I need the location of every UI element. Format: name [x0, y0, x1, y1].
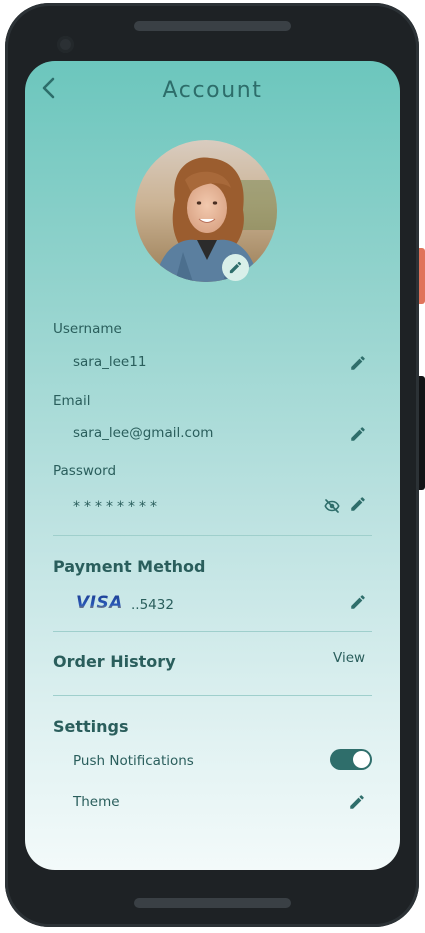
power-button — [419, 248, 425, 304]
pencil-icon — [351, 356, 365, 370]
edit-password-button[interactable] — [347, 493, 369, 515]
divider — [53, 695, 372, 696]
theme-label: Theme — [73, 794, 120, 810]
email-label: Email — [53, 393, 91, 409]
push-notifications-toggle[interactable] — [330, 749, 372, 770]
edit-email-button[interactable] — [347, 423, 369, 445]
order-history-heading: Order History — [53, 652, 176, 671]
divider — [53, 535, 372, 536]
pencil-icon — [350, 795, 364, 809]
payment-method-heading: Payment Method — [53, 557, 206, 576]
pencil-icon — [229, 261, 242, 274]
pencil-icon — [351, 595, 365, 609]
card-number: ..5432 — [131, 597, 174, 613]
account-screen: Account Username sara_lee11 Email sara_l… — [25, 61, 400, 870]
avatar[interactable] — [135, 140, 277, 282]
password-value: ******** — [73, 499, 161, 515]
pencil-icon — [351, 497, 365, 511]
divider — [53, 631, 372, 632]
edit-payment-button[interactable] — [347, 591, 369, 613]
push-notifications-label: Push Notifications — [73, 753, 194, 769]
username-label: Username — [53, 321, 122, 337]
edit-theme-button[interactable] — [346, 791, 368, 813]
username-value: sara_lee11 — [73, 354, 147, 370]
edit-username-button[interactable] — [347, 352, 369, 374]
bottom-speaker — [134, 898, 291, 908]
toggle-password-visibility-button[interactable] — [321, 495, 343, 517]
volume-button — [419, 376, 425, 490]
pencil-icon — [351, 427, 365, 441]
view-orders-link[interactable]: View — [333, 650, 365, 666]
password-label: Password — [53, 463, 117, 479]
visa-logo: VISA — [76, 593, 123, 613]
page-title: Account — [162, 78, 263, 103]
settings-heading: Settings — [53, 717, 129, 736]
toggle-knob — [353, 751, 370, 768]
eye-off-icon — [324, 499, 340, 513]
email-value: sara_lee@gmail.com — [73, 425, 214, 441]
avatar-edit-button[interactable] — [222, 254, 249, 281]
front-camera — [57, 36, 74, 53]
earpiece-speaker — [134, 21, 291, 31]
